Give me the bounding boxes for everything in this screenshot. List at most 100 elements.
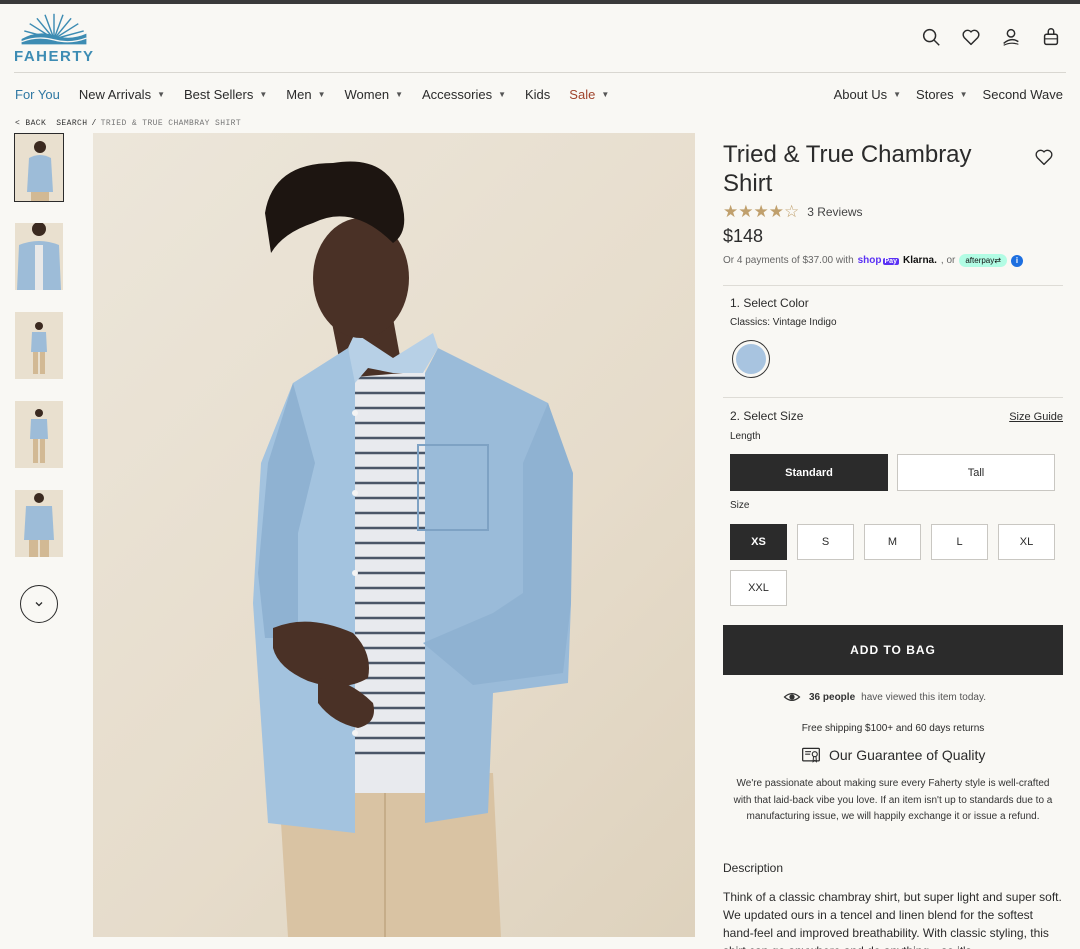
size-guide-link[interactable]: Size Guide (1009, 411, 1063, 423)
favorite-heart-icon[interactable] (1033, 146, 1055, 168)
thumbnail-2[interactable] (15, 223, 63, 290)
chevron-down-icon: ▼ (498, 90, 506, 99)
nav-for-you[interactable]: For You (15, 87, 60, 102)
search-icon[interactable] (920, 26, 942, 48)
quality-guarantee-heading: Our Guarantee of Quality (801, 745, 985, 765)
nav-label: Best Sellers (184, 87, 254, 102)
chevron-down-icon: ▼ (601, 90, 610, 99)
description-body: Think of a classic chambray shirt, but s… (723, 890, 1062, 949)
divider (723, 285, 1063, 286)
thumbnail-4[interactable] (15, 401, 63, 468)
product-price: $148 (723, 226, 764, 246)
eye-icon (783, 693, 801, 701)
length-label: Length (730, 431, 761, 442)
size-xs-button[interactable]: XS (730, 524, 787, 560)
select-size-heading: 2. Select Size (730, 409, 804, 423)
secondary-nav: About Us ▼ Stores ▼ Second Wave (819, 87, 1063, 102)
nav-label: Men (286, 87, 312, 102)
nav-label: Accessories (422, 87, 493, 102)
viewers-count: 36 people (809, 691, 856, 703)
nav-label: For You (15, 87, 60, 102)
guarantee-title: Our Guarantee of Quality (829, 747, 986, 763)
chevron-down-icon: ▼ (157, 90, 165, 99)
header-divider (14, 72, 1066, 73)
length-tall-button[interactable]: Tall (897, 454, 1055, 491)
size-label: Size (730, 500, 750, 511)
chevron-down-icon: ▼ (317, 90, 326, 99)
nav-new-arrivals[interactable]: New Arrivals ▼ (79, 87, 165, 102)
nav-label: Stores (916, 87, 954, 102)
thumbnail-3[interactable] (15, 312, 63, 379)
reviews-link[interactable]: 3 Reviews (807, 205, 862, 219)
size-xl-button[interactable]: XL (998, 524, 1055, 560)
certificate-icon (802, 747, 820, 763)
length-standard-button[interactable]: Standard (730, 454, 888, 491)
top-bar (0, 0, 1080, 4)
bag-icon[interactable] (1040, 26, 1062, 48)
payments-text: Or 4 payments of $37.00 with (723, 255, 854, 266)
guarantee-text: We're passionate about making sure every… (733, 778, 1053, 822)
nav-label: Second Wave (982, 87, 1063, 102)
shop-pay-label: shop (857, 255, 882, 266)
size-xxl-button[interactable]: XXL (730, 570, 787, 606)
select-color-heading: 1. Select Color (730, 296, 809, 310)
color-swatch-vintage-indigo[interactable] (732, 340, 770, 378)
nav-men[interactable]: Men ▼ (286, 87, 325, 102)
main-nav: For You New Arrivals ▼ Best Sellers ▼ Men ▼… (15, 87, 628, 102)
product-main-image[interactable] (93, 133, 695, 937)
breadcrumb-separator: / (91, 119, 97, 128)
product-rating: ★★★★☆ 3 Reviews (723, 202, 863, 222)
breadcrumb-search[interactable]: SEARCH (56, 119, 87, 128)
account-icon[interactable] (1000, 26, 1022, 48)
nav-second-wave[interactable]: Second Wave (983, 87, 1063, 102)
description-heading: Description (723, 861, 784, 875)
shop-pay-logo[interactable]: shop Pay (858, 255, 899, 266)
payments-or: , or (940, 255, 956, 266)
sun-logo-icon (21, 13, 87, 45)
thumbnail-5[interactable] (15, 490, 63, 557)
nav-accessories[interactable]: Accessories ▼ (422, 87, 506, 102)
brand-name: FAHERTY (14, 48, 95, 65)
selected-color-label: Classics: Vintage Indigo (730, 317, 837, 328)
nav-about-us[interactable]: About Us ▼ (834, 87, 901, 102)
nav-best-sellers[interactable]: Best Sellers ▼ (184, 87, 267, 102)
klarna-logo[interactable]: Klarna. (903, 255, 937, 266)
thumbnail-scroll-down-button[interactable] (20, 585, 58, 623)
chevron-down-icon: ▼ (959, 90, 968, 99)
nav-sale[interactable]: Sale ▼ (569, 87, 609, 102)
nav-label: Sale (569, 87, 596, 102)
nav-label: Kids (525, 87, 551, 102)
star-rating-icon: ★★★★☆ (723, 202, 800, 221)
size-l-button[interactable]: L (931, 524, 988, 560)
free-shipping-notice: Free shipping $100+ and 60 days returns (801, 723, 985, 734)
add-to-bag-button[interactable]: ADD TO BAG (723, 625, 1063, 675)
chevron-down-icon: ▼ (893, 90, 902, 99)
brand-logo[interactable]: FAHERTY (14, 12, 95, 65)
chevron-down-icon: ▼ (395, 90, 403, 99)
heart-icon[interactable] (960, 26, 982, 48)
size-m-button[interactable]: M (864, 524, 921, 560)
divider (723, 397, 1063, 398)
shop-pay-box: Pay (882, 258, 899, 265)
size-s-button[interactable]: S (797, 524, 854, 560)
header-icons (920, 26, 1062, 48)
swatch-fill (736, 344, 766, 374)
thumbnail-1[interactable] (14, 133, 64, 202)
info-icon[interactable]: i (1010, 254, 1023, 267)
breadcrumb-current: TRIED & TRUE CHAMBRAY SHIRT (100, 119, 242, 128)
afterpay-logo[interactable]: afterpay⇄ (959, 254, 1007, 267)
breadcrumb-back[interactable]: < BACK (15, 119, 46, 128)
nav-label: About Us (833, 87, 888, 102)
installment-payments: Or 4 payments of $37.00 with shop Pay Kla… (723, 254, 1023, 267)
breadcrumb: < BACK SEARCH / TRIED & TRUE CHAMBRAY SH… (15, 119, 241, 128)
nav-women[interactable]: Women ▼ (345, 87, 403, 102)
viewers-text: have viewed this item today. (861, 691, 987, 703)
nav-kids[interactable]: Kids (525, 87, 550, 102)
nav-label: Women (344, 87, 390, 102)
chevron-down-icon: ▼ (259, 90, 268, 99)
thumbnail-gallery (14, 133, 65, 579)
nav-stores[interactable]: Stores ▼ (916, 87, 968, 102)
product-panel: Tried & True Chambray Shirt ★★★★☆ 3 Revi… (723, 140, 1063, 949)
product-title: Tried & True Chambray Shirt (723, 141, 972, 197)
chevron-down-icon (35, 602, 43, 607)
